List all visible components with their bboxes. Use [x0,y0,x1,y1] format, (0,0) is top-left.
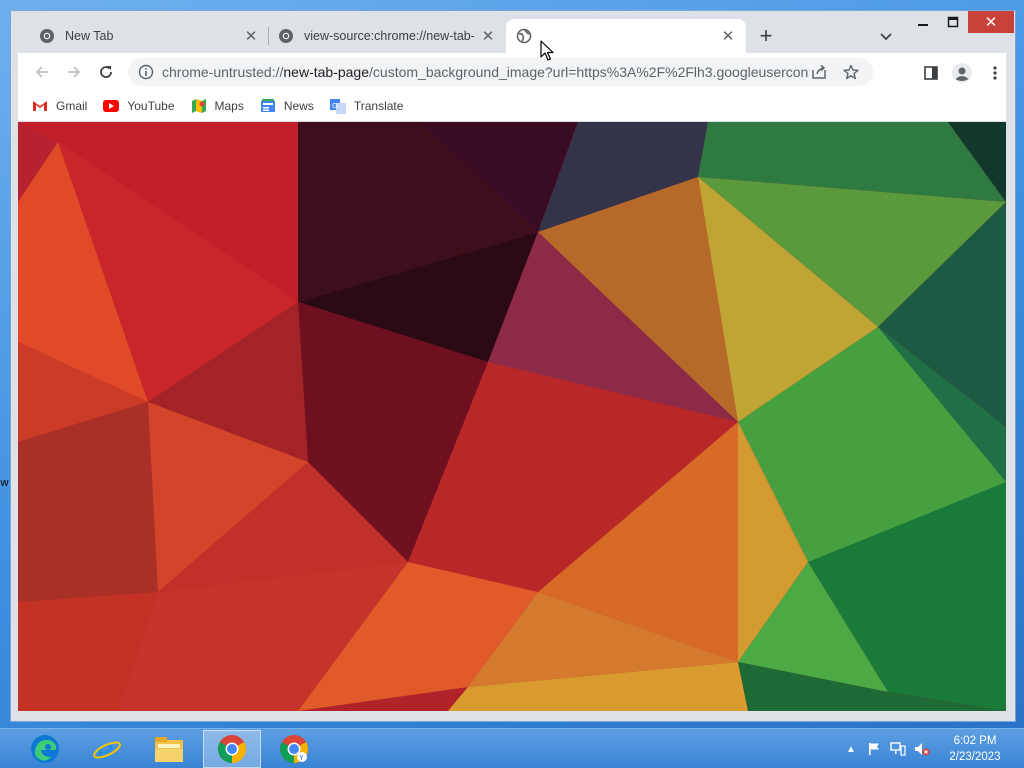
forward-button[interactable] [64,62,84,82]
menu-kebab-icon[interactable] [984,62,1006,84]
chrome-icon [39,28,55,44]
minimize-button[interactable] [909,11,937,33]
reload-icon [100,66,112,78]
side-panel-icon[interactable] [920,62,942,84]
browser-toolbar: chrome-untrusted://new-tab-page/custom_b… [18,53,1006,91]
taskbar-ie[interactable]: e [78,730,136,768]
desktop-edge-text: w [0,476,9,489]
chrome-beta-icon: Y [280,735,308,763]
close-tab-icon[interactable]: ✕ [480,28,496,45]
tab-view-source[interactable]: view-source:chrome://new-tab-p ✕ [268,19,506,53]
reload-button[interactable] [96,62,116,82]
new-tab-button[interactable]: + [755,25,777,48]
folder-icon [155,737,183,762]
close-tab-icon[interactable]: ✕ [720,28,736,45]
chevron-down-icon[interactable] [878,28,894,44]
bookmark-gmail[interactable]: Gmail [32,98,87,114]
youtube-icon [103,98,120,114]
address-bar[interactable]: chrome-untrusted://new-tab-page/custom_b… [128,58,873,86]
tab-strip: New Tab ✕ view-source:chrome://new-tab-p… [11,11,1015,53]
bookmark-star-icon[interactable] [841,62,861,82]
tab-title: New Tab [65,29,114,43]
clock-date: 2/23/2023 [949,751,1001,763]
svg-text:G: G [332,102,337,110]
taskbar-chrome[interactable] [203,730,261,768]
close-window-button[interactable]: ✕ [968,11,1014,33]
clock-time: 6:02 PM [953,735,997,747]
info-icon[interactable] [138,64,154,80]
chrome-icon [218,735,246,763]
bookmark-youtube[interactable]: YouTube [103,98,175,114]
share-icon[interactable] [809,62,829,82]
tab-title: view-source:chrome://new-tab-p [304,29,474,43]
bookmark-news[interactable]: News [260,98,314,114]
show-hidden-icons-icon[interactable]: ▲ [843,741,859,757]
close-tab-icon[interactable]: ✕ [243,28,259,45]
forward-arrow-icon [68,66,81,78]
globe-icon [516,28,532,44]
maximize-button[interactable] [939,11,967,33]
volume-muted-icon[interactable] [914,741,930,757]
profile-avatar[interactable] [951,62,973,84]
gmail-icon [32,98,48,114]
flag-icon[interactable] [866,741,882,757]
system-clock[interactable]: 6:02 PM 2/23/2023 [940,733,1010,765]
bookmark-translate[interactable]: G Translate [329,98,403,114]
back-arrow-icon [35,66,48,78]
taskbar-explorer[interactable] [140,730,198,768]
tab-new-tab[interactable]: New Tab ✕ [29,19,269,53]
taskbar-edge[interactable] [16,730,74,768]
back-button[interactable] [32,62,52,82]
news-icon [260,98,276,114]
url-text: chrome-untrusted://new-tab-page/custom_b… [162,64,809,80]
network-icon[interactable] [890,741,906,757]
bookmarks-bar: Gmail YouTube Maps News G Translate [18,91,1006,122]
chrome-icon [278,28,294,44]
edge-icon [31,735,59,763]
bookmark-maps[interactable]: Maps [191,98,244,114]
translate-icon: G [329,98,346,114]
page-background-image [18,122,1006,711]
maps-icon [191,98,207,114]
svg-text:Y: Y [298,754,304,762]
ie-icon: e [93,733,121,765]
chrome-window: New Tab ✕ view-source:chrome://new-tab-p… [10,10,1016,722]
mouse-cursor-icon [540,40,554,62]
taskbar: e Y ▲ 6:02 PM 2/23/2023 [0,728,1024,768]
taskbar-chrome-beta[interactable]: Y [265,730,323,768]
